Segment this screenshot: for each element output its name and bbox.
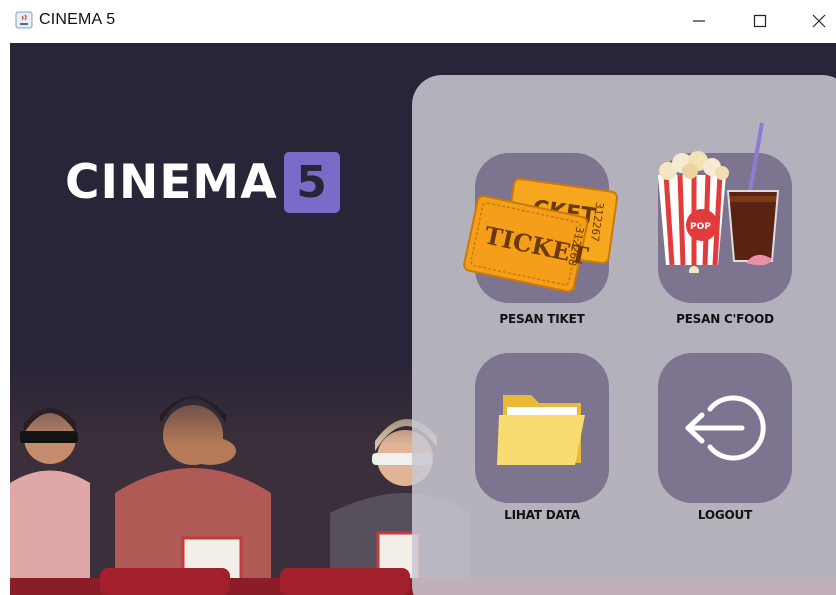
logout-label: LOGOUT — [697, 508, 753, 522]
lihat-data-button[interactable] — [475, 353, 609, 503]
pesan-cfood-button[interactable]: POP — [658, 122, 792, 303]
window-title-bar: CINEMA 5 — [0, 0, 836, 43]
logo-word: CINEMA — [65, 154, 278, 210]
logout-button[interactable] — [658, 353, 792, 503]
minimize-button[interactable] — [677, 6, 721, 36]
menu-panel: CKET 312267 TICKET 312268 PESAN TIKET — [412, 75, 836, 595]
svg-text:POP: POP — [690, 222, 711, 232]
pesan-tiket-label: PESAN TIKET — [499, 312, 585, 326]
folder-icon — [497, 395, 585, 465]
pesan-cfood-label: PESAN C'FOOD — [676, 312, 774, 326]
lihat-data-label: LIHAT DATA — [504, 508, 580, 522]
maximize-icon — [753, 14, 767, 28]
cinema-logo: CINEMA 5 — [65, 150, 340, 214]
close-button[interactable] — [797, 6, 836, 36]
pesan-tiket-button[interactable]: CKET 312267 TICKET 312268 — [463, 153, 619, 303]
logout-icon — [685, 395, 766, 461]
close-icon — [812, 14, 826, 28]
ticket-icon: CKET 312267 TICKET 312268 — [463, 177, 619, 293]
maximize-button[interactable] — [738, 6, 782, 36]
logo-badge: 5 — [283, 151, 340, 213]
minimize-icon — [693, 20, 705, 22]
popcorn-soda-icon: POP — [658, 122, 780, 273]
window-title: CINEMA 5 — [39, 11, 116, 28]
java-app-icon — [15, 11, 33, 29]
main-window: CINEMA 5 312267 TICKET 312268 PESAN TIKE… — [10, 43, 836, 595]
